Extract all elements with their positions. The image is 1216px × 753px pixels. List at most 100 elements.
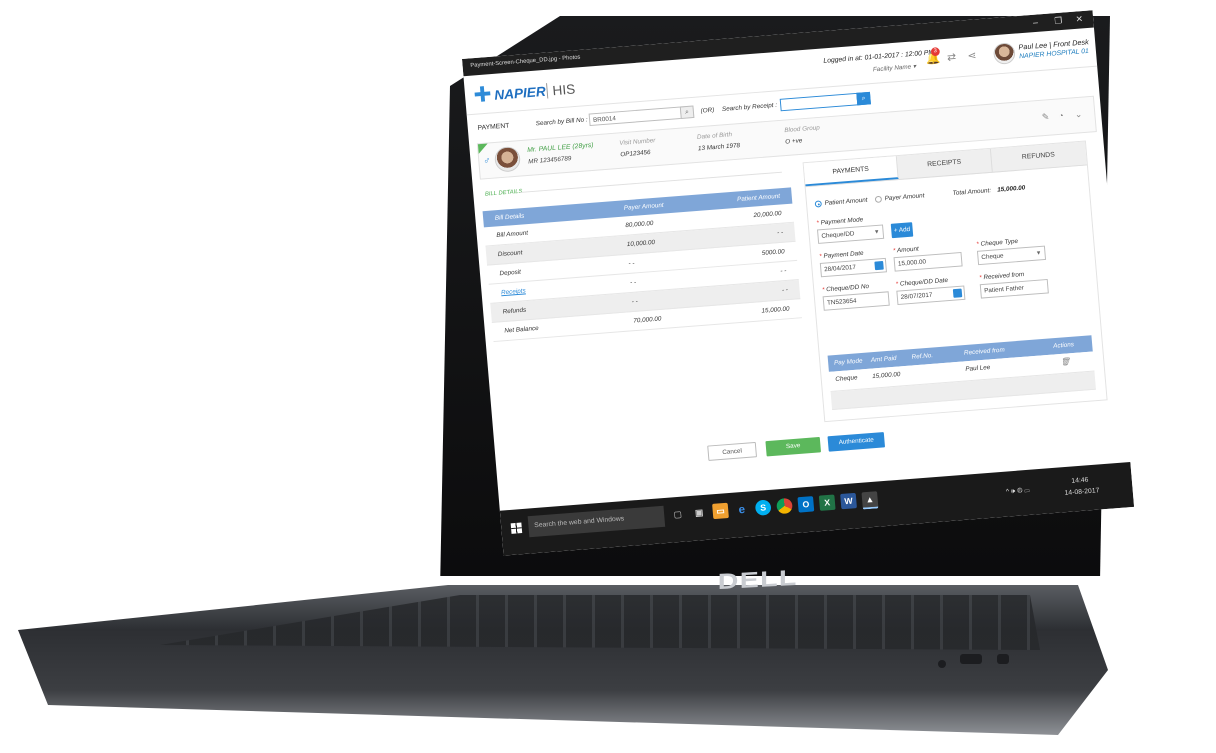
edge-browser-icon[interactable]: e <box>733 501 750 517</box>
outlook-icon[interactable]: O <box>797 496 815 513</box>
patient-amount: - - <box>776 229 784 237</box>
patient-amount: 5000.00 <box>761 248 785 257</box>
share-icon[interactable]: ⋖ <box>967 49 977 62</box>
amount-field[interactable]: 15,000.00 <box>893 252 963 272</box>
received-from-cell: Paul Lee <box>965 364 991 373</box>
tab-receipts[interactable]: RECEIPTS <box>896 148 993 180</box>
cheque-date-value: 28/07/2017 <box>900 291 933 301</box>
patient-amount-label: Patient Amount <box>824 196 868 207</box>
bill-details-heading: BILL DETAILS <box>484 188 523 198</box>
payment-date-label: * Payment Date <box>819 250 864 261</box>
patient-avatar <box>493 145 522 173</box>
calendar-icon[interactable] <box>874 260 884 271</box>
row-label: Deposit <box>499 268 522 278</box>
chevron-down-icon: ▼ <box>873 229 880 236</box>
blood-group-label: Blood Group <box>784 124 821 135</box>
receipt-search-input[interactable] <box>779 92 859 112</box>
cheque-type-value: Cheque <box>981 252 1004 262</box>
column-header: Payer Amount <box>623 202 664 212</box>
row-label: Bill Amount <box>496 229 529 239</box>
received-from-label: * Received from <box>978 271 1025 282</box>
patient-amount-radio[interactable] <box>814 200 822 208</box>
app-logo: NAPIER <box>493 83 547 103</box>
chevron-down-icon[interactable]: ⌄ <box>1074 109 1082 120</box>
receipt-search-icon[interactable]: ⌕ <box>856 91 871 106</box>
payer-amount: 70,000.00 <box>633 315 662 325</box>
chrome-icon[interactable] <box>776 497 793 515</box>
cheque-no-field[interactable]: TN523654 <box>822 291 890 311</box>
window-title: Payment-Screen-Cheque_DD.jpg - Photos <box>470 54 581 69</box>
receipts-link[interactable]: Receipts <box>501 288 526 297</box>
patient-mr: MR 123456789 <box>527 155 572 166</box>
task-view-icon[interactable]: ▢ <box>669 506 686 522</box>
clock-date[interactable]: 14-08-2017 <box>1064 487 1099 496</box>
received-from-field[interactable]: Patient Father <box>979 279 1049 299</box>
payment-mode-select[interactable]: Cheque/DD ▼ <box>817 224 885 244</box>
user-avatar[interactable] <box>992 42 1016 65</box>
total-amount-label: Total Amount: <box>952 187 992 197</box>
add-button[interactable]: + Add <box>890 222 914 239</box>
payer-amount-radio[interactable] <box>874 195 883 203</box>
cancel-button[interactable]: Cancel <box>707 441 757 461</box>
windows-start-icon[interactable] <box>510 522 523 534</box>
clock-time[interactable]: 14:46 <box>1071 477 1089 485</box>
payer-amount: - - <box>628 260 635 268</box>
cheque-type-select[interactable]: Cheque ▼ <box>976 245 1047 266</box>
tab-payments[interactable]: PAYMENTS <box>803 156 899 187</box>
payment-date-field[interactable]: 28/04/2017 <box>819 257 887 278</box>
history-icon[interactable]: ◔ <box>1058 111 1064 121</box>
visit-value: OP123456 <box>620 149 651 159</box>
amount-label: * Amount <box>892 245 920 255</box>
column-header: Ref.No. <box>911 352 934 361</box>
patient-name: Mr. PAUL LEE (28yrs) <box>526 142 594 154</box>
maximize-button[interactable]: ❐ <box>1054 16 1063 27</box>
total-amount-value: 15,000.00 <box>996 184 1026 194</box>
facility-dropdown[interactable]: Facility Name ▾ <box>873 62 917 73</box>
payment-panel: PAYMENTS RECEIPTS REFUNDS Patient Amount… <box>802 140 1108 423</box>
receipt-search-label: Search by Receipt : <box>721 101 778 113</box>
login-time: Logged in at: 01-01-2017 : 12:00 PM <box>823 49 935 65</box>
usb-port <box>960 654 982 664</box>
male-icon: ♂ <box>482 155 492 167</box>
system-tray-icons[interactable]: ^ 🕪 ◍ ▭ <box>1006 487 1030 496</box>
payer-amount: - - <box>629 279 637 287</box>
row-label: Discount <box>497 249 523 259</box>
save-button[interactable]: Save <box>765 436 822 457</box>
excel-icon[interactable]: X <box>818 494 836 511</box>
patient-amount: 20,000.00 <box>753 210 782 220</box>
taskbar-search[interactable]: Search the web and Windows <box>527 505 666 538</box>
or-label: (OR) <box>700 106 715 115</box>
row-label: Net Balance <box>504 325 539 335</box>
file-explorer-icon[interactable]: ▭ <box>712 502 729 520</box>
audio-port <box>938 660 946 668</box>
blood-group-value: O +ve <box>785 137 803 146</box>
cheque-date-field[interactable]: 28/07/2017 <box>896 285 966 306</box>
patient-amount: 15,000.00 <box>761 305 790 315</box>
payment-mode-value: Cheque/DD <box>821 230 855 240</box>
laptop-screen: Payment-Screen-Cheque_DD.jpg - Photos – … <box>462 10 1135 556</box>
tab-refunds[interactable]: REFUNDS <box>990 142 1087 172</box>
pay-mode-cell: Cheque <box>835 374 858 383</box>
page-title: PAYMENT <box>477 122 510 132</box>
skype-icon[interactable]: S <box>754 499 772 516</box>
close-button[interactable]: ✕ <box>1075 14 1083 25</box>
edit-icon[interactable]: ✎ <box>1041 112 1049 123</box>
word-icon[interactable]: W <box>840 492 857 510</box>
bill-search-label: Search by Bill No : <box>535 116 588 128</box>
status-flag <box>477 143 489 154</box>
payer-amount-label: Payer Amount <box>884 192 925 203</box>
swap-icon[interactable]: ⇄ <box>947 51 957 64</box>
app-logo-suffix: HIS <box>551 81 576 99</box>
column-header: Actions <box>1053 341 1075 350</box>
amount-cell: 15,000.00 <box>872 371 901 381</box>
laptop-brand-logo: DELL <box>717 564 798 595</box>
trash-icon[interactable]: 🗑 <box>1060 357 1071 366</box>
bill-search-icon[interactable]: ⌕ <box>679 105 695 119</box>
bill-search-input[interactable]: BR0014 <box>588 106 682 127</box>
photos-icon[interactable]: ▲ <box>861 491 879 510</box>
dob-label: Date of Birth <box>696 131 733 141</box>
authenticate-button[interactable]: Authenticate <box>827 432 886 452</box>
calendar-icon[interactable] <box>952 288 963 298</box>
minimize-button[interactable]: – <box>1033 17 1039 27</box>
store-icon[interactable]: ▣ <box>691 504 708 520</box>
